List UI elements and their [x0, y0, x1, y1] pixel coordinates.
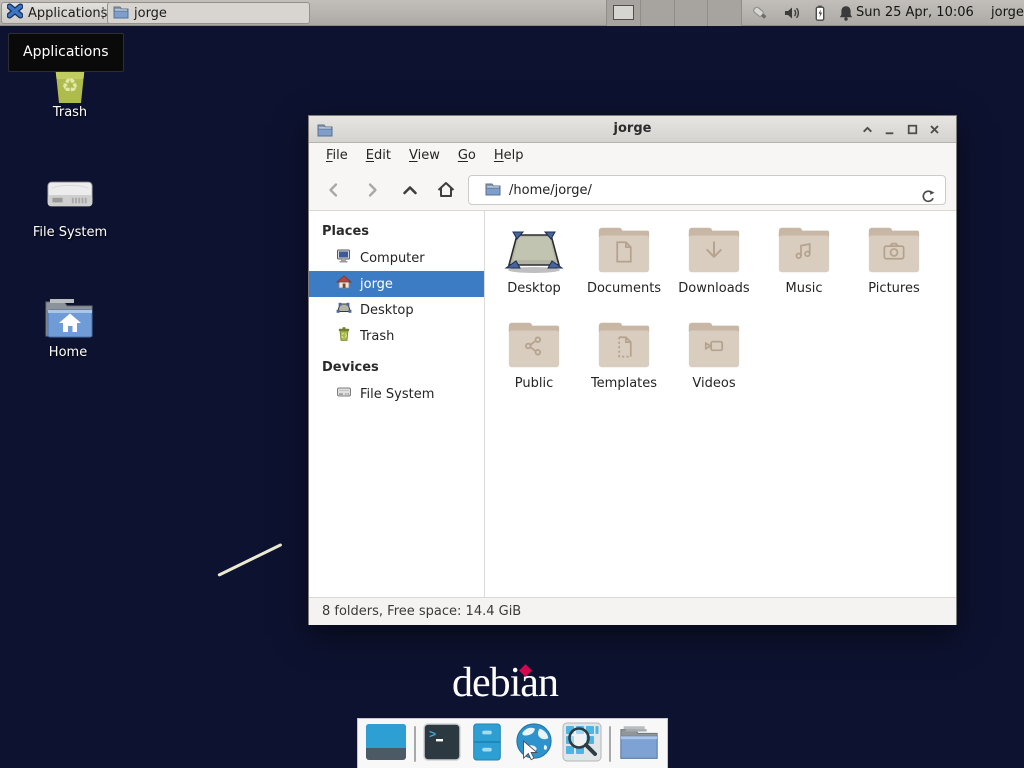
folder-item-pictures[interactable]: Pictures: [849, 221, 939, 296]
desktop-icon-trash-label[interactable]: Trash: [8, 105, 132, 120]
directory-menu-folder-icon[interactable]: [618, 723, 660, 765]
web-browser-globe-icon[interactable]: [513, 722, 555, 766]
sidebar: Places Computer jorge Desktop Trash Devi…: [309, 211, 485, 597]
tray-device-icon[interactable]: [751, 4, 769, 22]
dock: >: [357, 718, 668, 768]
folder-icon: [113, 4, 129, 23]
sidebar-item-jorge[interactable]: jorge: [309, 271, 484, 297]
desktop-special-icon: [504, 221, 564, 275]
computer-icon: [336, 248, 352, 268]
home-icon: [336, 274, 352, 294]
drive-mini-icon: [336, 384, 352, 404]
desktop-icon-filesystem[interactable]: [46, 174, 94, 220]
home-folder-icon: [44, 296, 94, 340]
file-cabinet-icon[interactable]: [468, 723, 506, 765]
volume-icon[interactable]: [783, 4, 801, 22]
pictures-folder-icon: [865, 221, 923, 275]
application-finder-icon[interactable]: [562, 722, 602, 766]
desktop-icon-filesystem-label[interactable]: File System: [8, 225, 132, 240]
path-entry[interactable]: /home/jorge/: [468, 175, 946, 205]
desktop-line-artifact: [217, 543, 282, 577]
forward-button[interactable]: [357, 179, 387, 201]
svg-text:♻: ♻: [61, 75, 78, 97]
music-folder-icon: [775, 221, 833, 275]
titlebar[interactable]: jorge: [309, 116, 956, 143]
menu-go[interactable]: Go: [449, 143, 485, 169]
panel-handle[interactable]: [100, 4, 106, 26]
taskbar-window-label: jorge: [134, 6, 167, 21]
trash-mini-icon: [336, 326, 352, 346]
templates-folder-icon: [595, 316, 653, 370]
panel-clock[interactable]: Sun 25 Apr, 10:06: [856, 0, 974, 26]
applications-tooltip: Applications: [8, 33, 124, 72]
downloads-folder-icon: [685, 221, 743, 275]
menu-view[interactable]: View: [400, 143, 449, 169]
sidebar-item-file-system[interactable]: File System: [309, 381, 484, 407]
folder-item-downloads[interactable]: Downloads: [669, 221, 759, 296]
dock-separator: [414, 726, 416, 762]
desktop-icon-home[interactable]: [44, 296, 94, 344]
dock-separator: [609, 726, 611, 762]
notifications-bell-icon[interactable]: [837, 4, 855, 22]
videos-folder-icon: [685, 316, 743, 370]
show-desktop-icon[interactable]: [365, 722, 407, 766]
public-folder-icon: [505, 316, 563, 370]
folder-item-public[interactable]: Public: [489, 316, 579, 391]
battery-icon[interactable]: [811, 4, 829, 22]
workspace-3[interactable]: [674, 0, 708, 26]
debian-logo: debian: [452, 659, 582, 707]
window-body: Places Computer jorge Desktop Trash Devi…: [309, 211, 956, 597]
reload-icon[interactable]: [920, 189, 935, 208]
menubar: File Edit View Go Help: [309, 143, 956, 169]
window-title: jorge: [309, 116, 956, 142]
folder-item-desktop[interactable]: Desktop: [489, 221, 579, 296]
back-button[interactable]: [319, 179, 349, 201]
desktop-icon-home-label[interactable]: Home: [6, 345, 130, 360]
workspace-window-thumb: [613, 5, 634, 20]
path-folder-icon: [485, 181, 501, 200]
workspace-1[interactable]: [606, 0, 640, 26]
sidebar-places-header: Places: [309, 219, 484, 245]
folder-item-documents[interactable]: Documents: [579, 221, 669, 296]
xfce-logo-icon: [7, 3, 23, 23]
workspace-2[interactable]: [640, 0, 674, 26]
close-button[interactable]: [928, 123, 941, 136]
workspace-switcher: [606, 0, 742, 26]
sidebar-item-computer[interactable]: Computer: [309, 245, 484, 271]
documents-folder-icon: [595, 221, 653, 275]
folder-item-music[interactable]: Music: [759, 221, 849, 296]
toolbar: /home/jorge/: [309, 169, 956, 211]
maximize-button[interactable]: [906, 123, 919, 136]
hard-drive-icon: [46, 174, 94, 216]
applications-menu-label: Applications: [28, 6, 107, 21]
menu-edit[interactable]: Edit: [357, 143, 400, 169]
up-button[interactable]: [395, 179, 425, 201]
menu-file[interactable]: File: [317, 143, 357, 169]
panel-username[interactable]: jorge: [991, 0, 1024, 26]
workspace-4[interactable]: [707, 0, 742, 26]
sidebar-item-trash[interactable]: Trash: [309, 323, 484, 349]
sidebar-devices-header: Devices: [309, 355, 484, 381]
file-manager-window: jorge File Edit View Go Help /home/jorge…: [308, 115, 957, 625]
desktop-mini-icon: [336, 300, 352, 320]
minimize-button[interactable]: [883, 123, 896, 136]
shade-button[interactable]: [861, 123, 874, 136]
top-panel: Applications jorge Sun 25 Apr, 10:06 jor…: [0, 0, 1024, 26]
path-text: /home/jorge/: [509, 183, 592, 198]
taskbar-window-button[interactable]: jorge: [107, 2, 310, 24]
menu-help[interactable]: Help: [485, 143, 533, 169]
terminal-icon[interactable]: >: [423, 723, 461, 765]
svg-text:>: >: [429, 728, 436, 742]
folder-view[interactable]: Desktop Documents: [485, 211, 956, 597]
statusbar: 8 folders, Free space: 14.4 GiB: [309, 597, 956, 625]
folder-item-templates[interactable]: Templates: [579, 316, 669, 391]
folder-item-videos[interactable]: Videos: [669, 316, 759, 391]
home-button[interactable]: [431, 179, 461, 201]
sidebar-item-desktop[interactable]: Desktop: [309, 297, 484, 323]
